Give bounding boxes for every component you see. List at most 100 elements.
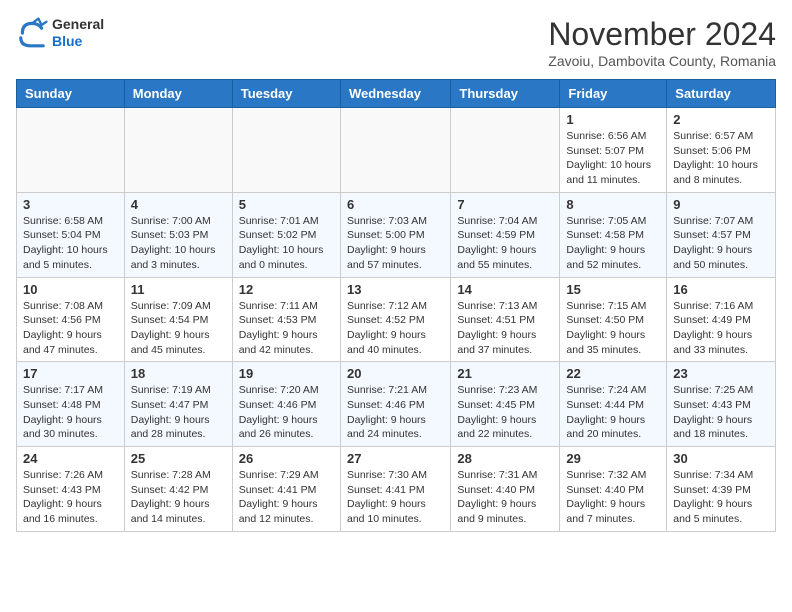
calendar-cell: 22 Sunrise: 7:24 AM Sunset: 4:44 PM Dayli… [560,362,667,447]
day-detail: Sunrise: 6:58 AM Sunset: 5:04 PM Dayligh… [23,214,118,273]
day-detail: Sunrise: 7:11 AM Sunset: 4:53 PM Dayligh… [239,299,334,358]
calendar-week-row: 17 Sunrise: 7:17 AM Sunset: 4:48 PM Dayli… [17,362,776,447]
page-header: General Blue November 2024 Zavoiu, Dambo… [16,16,776,69]
day-number: 17 [23,366,118,381]
weekday-header-sunday: Sunday [17,80,125,108]
day-number: 21 [457,366,553,381]
day-detail: Sunrise: 7:01 AM Sunset: 5:02 PM Dayligh… [239,214,334,273]
day-number: 12 [239,282,334,297]
day-number: 30 [673,451,769,466]
calendar-cell: 23 Sunrise: 7:25 AM Sunset: 4:43 PM Dayli… [667,362,776,447]
day-number: 16 [673,282,769,297]
day-detail: Sunrise: 7:15 AM Sunset: 4:50 PM Dayligh… [566,299,660,358]
calendar-cell: 15 Sunrise: 7:15 AM Sunset: 4:50 PM Dayli… [560,277,667,362]
calendar-week-row: 3Sunrise: 6:58 AM Sunset: 5:04 PM Daylig… [17,192,776,277]
day-detail: Sunrise: 7:09 AM Sunset: 4:54 PM Dayligh… [131,299,226,358]
day-detail: Sunrise: 7:26 AM Sunset: 4:43 PM Dayligh… [23,468,118,527]
day-number: 8 [566,197,660,212]
day-detail: Sunrise: 7:32 AM Sunset: 4:40 PM Dayligh… [566,468,660,527]
day-number: 24 [23,451,118,466]
location: Zavoiu, Dambovita County, Romania [548,53,776,69]
title-block: November 2024 Zavoiu, Dambovita County, … [548,16,776,69]
day-number: 4 [131,197,226,212]
day-number: 2 [673,112,769,127]
calendar-cell: 9 Sunrise: 7:07 AM Sunset: 4:57 PM Daylig… [667,192,776,277]
day-number: 9 [673,197,769,212]
day-detail: Sunrise: 7:17 AM Sunset: 4:48 PM Dayligh… [23,383,118,442]
calendar-cell: 24 Sunrise: 7:26 AM Sunset: 4:43 PM Dayli… [17,447,125,532]
day-detail: Sunrise: 7:07 AM Sunset: 4:57 PM Dayligh… [673,214,769,273]
calendar-cell [17,108,125,193]
calendar-week-row: 1Sunrise: 6:56 AM Sunset: 5:07 PM Daylig… [17,108,776,193]
weekday-header-monday: Monday [124,80,232,108]
logo-text: General Blue [52,16,104,50]
calendar-cell: 8 Sunrise: 7:05 AM Sunset: 4:58 PM Daylig… [560,192,667,277]
day-number: 29 [566,451,660,466]
day-detail: Sunrise: 7:20 AM Sunset: 4:46 PM Dayligh… [239,383,334,442]
calendar-cell: 11 Sunrise: 7:09 AM Sunset: 4:54 PM Dayli… [124,277,232,362]
day-detail: Sunrise: 7:21 AM Sunset: 4:46 PM Dayligh… [347,383,444,442]
calendar-cell: 20 Sunrise: 7:21 AM Sunset: 4:46 PM Dayli… [340,362,450,447]
calendar-week-row: 24 Sunrise: 7:26 AM Sunset: 4:43 PM Dayli… [17,447,776,532]
calendar-cell: 2 Sunrise: 6:57 AM Sunset: 5:06 PM Daylig… [667,108,776,193]
day-detail: Sunrise: 7:08 AM Sunset: 4:56 PM Dayligh… [23,299,118,358]
calendar-body: 1Sunrise: 6:56 AM Sunset: 5:07 PM Daylig… [17,108,776,532]
day-detail: Sunrise: 7:31 AM Sunset: 4:40 PM Dayligh… [457,468,553,527]
logo: General Blue [16,16,104,50]
calendar-cell: 13Sunrise: 7:12 AM Sunset: 4:52 PM Dayli… [340,277,450,362]
day-detail: Sunrise: 7:34 AM Sunset: 4:39 PM Dayligh… [673,468,769,527]
logo-icon [16,17,48,49]
day-number: 11 [131,282,226,297]
month-title: November 2024 [548,16,776,53]
day-number: 10 [23,282,118,297]
day-detail: Sunrise: 7:28 AM Sunset: 4:42 PM Dayligh… [131,468,226,527]
day-detail: Sunrise: 6:57 AM Sunset: 5:06 PM Dayligh… [673,129,769,188]
calendar-cell: 1Sunrise: 6:56 AM Sunset: 5:07 PM Daylig… [560,108,667,193]
calendar-cell: 6Sunrise: 7:03 AM Sunset: 5:00 PM Daylig… [340,192,450,277]
calendar-cell: 14Sunrise: 7:13 AM Sunset: 4:51 PM Dayli… [451,277,560,362]
calendar-week-row: 10 Sunrise: 7:08 AM Sunset: 4:56 PM Dayli… [17,277,776,362]
day-number: 15 [566,282,660,297]
day-detail: Sunrise: 7:29 AM Sunset: 4:41 PM Dayligh… [239,468,334,527]
calendar-cell: 27 Sunrise: 7:30 AM Sunset: 4:41 PM Dayli… [340,447,450,532]
calendar-cell: 21 Sunrise: 7:23 AM Sunset: 4:45 PM Dayli… [451,362,560,447]
day-number: 28 [457,451,553,466]
calendar-cell [451,108,560,193]
weekday-header-friday: Friday [560,80,667,108]
day-detail: Sunrise: 7:03 AM Sunset: 5:00 PM Dayligh… [347,214,444,273]
calendar-cell: 26 Sunrise: 7:29 AM Sunset: 4:41 PM Dayli… [232,447,340,532]
calendar-cell [232,108,340,193]
calendar-cell: 17 Sunrise: 7:17 AM Sunset: 4:48 PM Dayli… [17,362,125,447]
day-detail: Sunrise: 7:30 AM Sunset: 4:41 PM Dayligh… [347,468,444,527]
day-number: 7 [457,197,553,212]
day-number: 19 [239,366,334,381]
calendar-table: SundayMondayTuesdayWednesdayThursdayFrid… [16,79,776,532]
weekday-header-wednesday: Wednesday [340,80,450,108]
day-detail: Sunrise: 7:00 AM Sunset: 5:03 PM Dayligh… [131,214,226,273]
calendar-cell: 16Sunrise: 7:16 AM Sunset: 4:49 PM Dayli… [667,277,776,362]
calendar-cell [340,108,450,193]
day-number: 22 [566,366,660,381]
day-number: 23 [673,366,769,381]
day-detail: Sunrise: 7:23 AM Sunset: 4:45 PM Dayligh… [457,383,553,442]
calendar-cell: 19 Sunrise: 7:20 AM Sunset: 4:46 PM Dayli… [232,362,340,447]
day-number: 27 [347,451,444,466]
day-detail: Sunrise: 7:04 AM Sunset: 4:59 PM Dayligh… [457,214,553,273]
day-number: 26 [239,451,334,466]
calendar-cell: 25 Sunrise: 7:28 AM Sunset: 4:42 PM Dayli… [124,447,232,532]
weekday-header-tuesday: Tuesday [232,80,340,108]
calendar-cell: 12 Sunrise: 7:11 AM Sunset: 4:53 PM Dayli… [232,277,340,362]
day-detail: Sunrise: 7:25 AM Sunset: 4:43 PM Dayligh… [673,383,769,442]
day-detail: Sunrise: 7:05 AM Sunset: 4:58 PM Dayligh… [566,214,660,273]
calendar-cell: 5Sunrise: 7:01 AM Sunset: 5:02 PM Daylig… [232,192,340,277]
calendar-cell: 10 Sunrise: 7:08 AM Sunset: 4:56 PM Dayli… [17,277,125,362]
day-detail: Sunrise: 6:56 AM Sunset: 5:07 PM Dayligh… [566,129,660,188]
day-detail: Sunrise: 7:13 AM Sunset: 4:51 PM Dayligh… [457,299,553,358]
day-detail: Sunrise: 7:24 AM Sunset: 4:44 PM Dayligh… [566,383,660,442]
day-number: 20 [347,366,444,381]
calendar-cell: 18Sunrise: 7:19 AM Sunset: 4:47 PM Dayli… [124,362,232,447]
calendar-cell: 30 Sunrise: 7:34 AM Sunset: 4:39 PM Dayli… [667,447,776,532]
calendar-header-row: SundayMondayTuesdayWednesdayThursdayFrid… [17,80,776,108]
day-number: 25 [131,451,226,466]
calendar-cell [124,108,232,193]
